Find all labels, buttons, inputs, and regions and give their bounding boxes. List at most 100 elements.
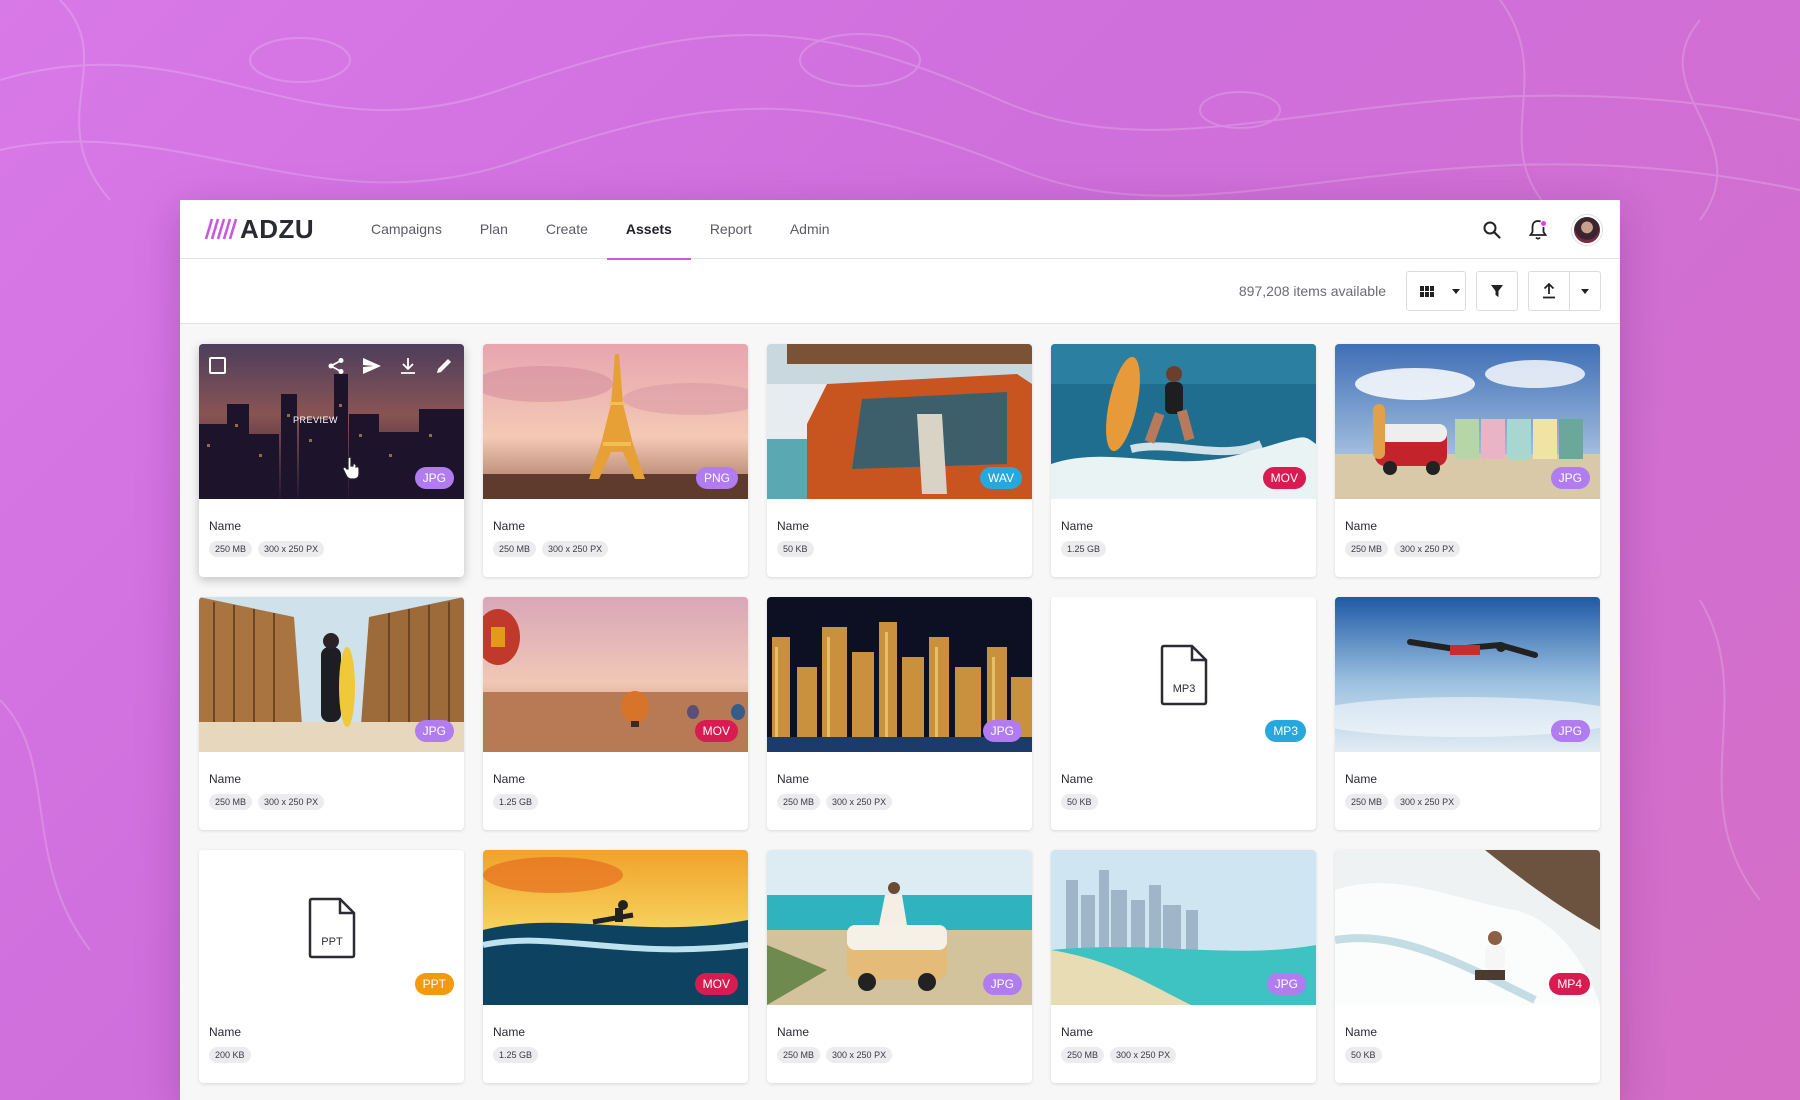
file-type-label: PPT bbox=[321, 936, 343, 948]
size-chip: 250 MB bbox=[1061, 1047, 1105, 1063]
size-chip: 250 MB bbox=[209, 541, 253, 557]
chevron-down-icon[interactable] bbox=[1570, 272, 1600, 310]
asset-card[interactable]: MOV Name 1.25 GB bbox=[483, 597, 748, 830]
file-type-badge: MP4 bbox=[1549, 973, 1590, 995]
dimensions-chip: 300 x 250 PX bbox=[258, 794, 325, 810]
asset-card[interactable]: MP3 MP3 Name 50 KB bbox=[1051, 597, 1316, 830]
notification-dot bbox=[1540, 219, 1547, 227]
asset-name: Name bbox=[777, 1025, 810, 1039]
grid-view-icon bbox=[1407, 272, 1447, 310]
send-icon[interactable] bbox=[360, 354, 384, 378]
chevron-down-icon bbox=[1447, 272, 1465, 310]
asset-card[interactable]: JPG Name 250 MB 300 x 250 PX bbox=[1335, 344, 1600, 577]
asset-meta: 200 KB bbox=[209, 1047, 251, 1063]
asset-meta: 250 MB 300 x 250 PX bbox=[777, 794, 893, 810]
size-chip: 250 MB bbox=[1345, 541, 1389, 557]
asset-name: Name bbox=[1345, 519, 1378, 533]
size-chip: 50 KB bbox=[1345, 1047, 1382, 1063]
select-checkbox[interactable] bbox=[209, 357, 226, 374]
asset-meta: 50 KB bbox=[1061, 794, 1098, 810]
size-chip: 1.25 GB bbox=[493, 1047, 539, 1063]
search-icon[interactable] bbox=[1480, 218, 1504, 242]
asset-name: Name bbox=[493, 1025, 526, 1039]
asset-card[interactable]: PPT PPT Name 200 KB bbox=[199, 850, 464, 1083]
size-chip: 250 MB bbox=[493, 541, 537, 557]
dimensions-chip: 300 x 250 PX bbox=[826, 1047, 893, 1063]
nav-plan[interactable]: Plan bbox=[461, 200, 527, 259]
asset-card[interactable]: JPG Name 250 MB 300 x 250 PX bbox=[767, 597, 1032, 830]
view-mode-button[interactable] bbox=[1406, 271, 1466, 311]
asset-card[interactable]: JPG Name 250 MB 300 x 250 PX bbox=[1335, 597, 1600, 830]
items-count: 897,208 items available bbox=[1238, 283, 1386, 299]
edit-icon[interactable] bbox=[432, 354, 456, 378]
size-chip: 250 MB bbox=[1345, 794, 1389, 810]
share-icon[interactable] bbox=[324, 354, 348, 378]
asset-card[interactable]: JPG Name 250 MB 300 x 250 PX bbox=[767, 850, 1032, 1083]
file-type-badge: JPG bbox=[1266, 973, 1306, 995]
app-window: ADZU Campaigns Plan Create Assets Report… bbox=[180, 200, 1620, 1100]
asset-name: Name bbox=[1061, 1025, 1094, 1039]
top-navigation: ADZU Campaigns Plan Create Assets Report… bbox=[180, 200, 1620, 260]
asset-meta: 250 MB 300 x 250 PX bbox=[493, 541, 609, 557]
logo[interactable]: ADZU bbox=[200, 209, 340, 249]
asset-card[interactable]: JPG Name 250 MB 300 x 250 PX bbox=[1051, 850, 1316, 1083]
size-chip: 1.25 GB bbox=[493, 794, 539, 810]
asset-meta: 250 MB 300 x 250 PX bbox=[209, 794, 325, 810]
asset-card[interactable]: WAV Name 50 KB bbox=[767, 344, 1032, 577]
size-chip: 50 KB bbox=[1061, 794, 1098, 810]
asset-name: Name bbox=[209, 772, 242, 786]
asset-card[interactable]: JPG Name 250 MB 300 x 250 PX bbox=[199, 597, 464, 830]
nav-admin[interactable]: Admin bbox=[771, 200, 849, 259]
asset-name: Name bbox=[777, 772, 810, 786]
preview-label[interactable]: PREVIEW bbox=[199, 415, 432, 425]
logo-stripes-icon bbox=[204, 218, 238, 240]
asset-name: Name bbox=[1061, 772, 1094, 786]
file-icon: PPT bbox=[308, 897, 355, 958]
asset-meta: 250 MB 300 x 250 PX bbox=[1345, 541, 1461, 557]
file-type-badge: MOV bbox=[1262, 467, 1306, 489]
dimensions-chip: 300 x 250 PX bbox=[258, 541, 325, 557]
nav-campaigns[interactable]: Campaigns bbox=[352, 200, 461, 259]
size-chip: 1.25 GB bbox=[1061, 541, 1107, 557]
asset-meta: 250 MB 300 x 250 PX bbox=[1345, 794, 1461, 810]
asset-meta: 250 MB 300 x 250 PX bbox=[209, 541, 325, 557]
asset-card[interactable]: PNG Name 250 MB 300 x 250 PX bbox=[483, 344, 748, 577]
assets-toolbar: 897,208 items available bbox=[180, 259, 1620, 324]
asset-name: Name bbox=[493, 772, 526, 786]
asset-name: Name bbox=[209, 1025, 242, 1039]
upload-button[interactable] bbox=[1528, 271, 1601, 311]
asset-card[interactable]: PREVIEW JPG Name 250 MB 300 x 250 PX bbox=[199, 344, 464, 577]
dimensions-chip: 300 x 250 PX bbox=[1394, 541, 1461, 557]
nav-assets[interactable]: Assets bbox=[606, 200, 691, 260]
asset-meta: 1.25 GB bbox=[493, 1047, 539, 1063]
file-type-label: MP3 bbox=[1172, 683, 1195, 695]
top-actions bbox=[1480, 200, 1602, 259]
dimensions-chip: 300 x 250 PX bbox=[826, 794, 893, 810]
asset-meta: 1.25 GB bbox=[1061, 541, 1107, 557]
nav-create[interactable]: Create bbox=[527, 200, 607, 259]
file-type-badge: JPG bbox=[414, 467, 454, 489]
dimensions-chip: 300 x 250 PX bbox=[1110, 1047, 1177, 1063]
file-type-badge: MOV bbox=[694, 973, 738, 995]
filter-button[interactable] bbox=[1476, 271, 1518, 311]
asset-card[interactable]: MOV Name 1.25 GB bbox=[1051, 344, 1316, 577]
nav-report[interactable]: Report bbox=[691, 200, 771, 259]
asset-card[interactable]: MOV Name 1.25 GB bbox=[483, 850, 748, 1083]
file-type-badge: PPT bbox=[414, 973, 454, 995]
download-icon[interactable] bbox=[396, 354, 420, 378]
file-type-badge: JPG bbox=[982, 720, 1022, 742]
file-type-badge: MOV bbox=[694, 720, 738, 742]
dimensions-chip: 300 x 250 PX bbox=[542, 541, 609, 557]
asset-card[interactable]: MP4 Name 50 KB bbox=[1335, 850, 1600, 1083]
card-actions bbox=[324, 354, 456, 378]
filter-icon bbox=[1477, 272, 1517, 310]
asset-meta: 250 MB 300 x 250 PX bbox=[777, 1047, 893, 1063]
file-type-badge: WAV bbox=[980, 467, 1022, 489]
asset-name: Name bbox=[1345, 772, 1378, 786]
avatar[interactable] bbox=[1572, 214, 1602, 245]
asset-name: Name bbox=[209, 519, 242, 533]
file-icon: MP3 bbox=[1160, 644, 1207, 705]
file-type-badge: MP3 bbox=[1265, 720, 1306, 742]
upload-icon bbox=[1529, 272, 1569, 310]
bell-icon[interactable] bbox=[1526, 218, 1550, 242]
